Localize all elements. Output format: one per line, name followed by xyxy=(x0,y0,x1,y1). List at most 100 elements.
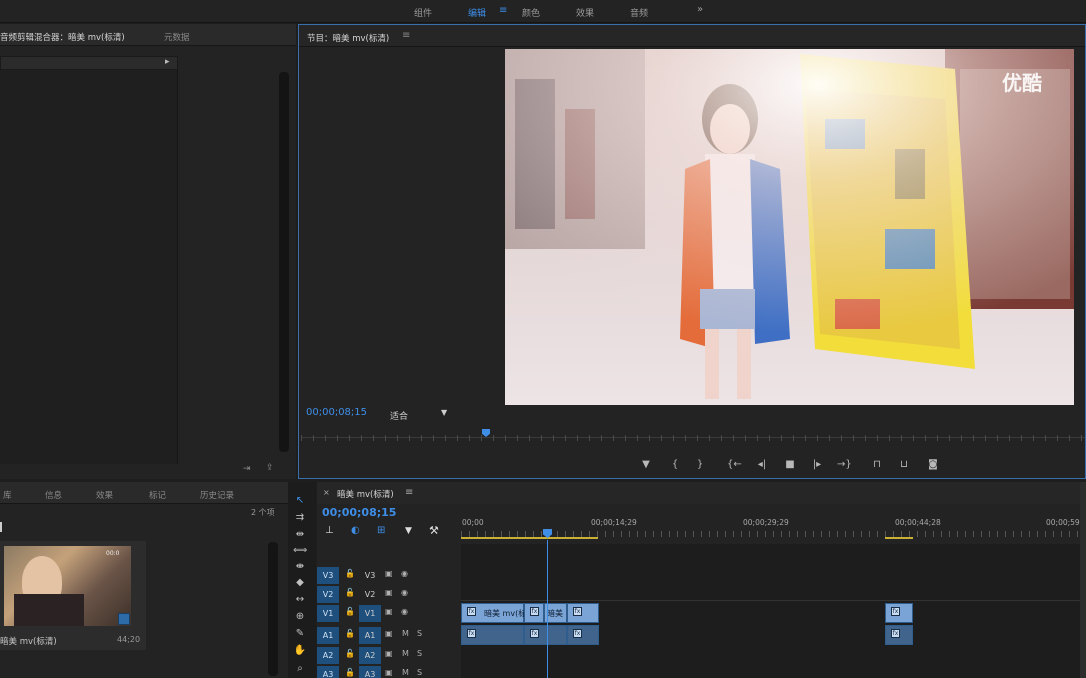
video-frame[interactable]: 优酷 xyxy=(505,49,1074,405)
zoom-tool-icon[interactable]: ⌕ xyxy=(293,662,307,676)
source-patch-a1[interactable]: A1 xyxy=(317,627,339,644)
mixer-scrollbar[interactable] xyxy=(279,72,289,452)
workspace-tab-assembly[interactable]: 组件 xyxy=(414,6,432,19)
eye-icon[interactable]: ◉ xyxy=(401,607,408,616)
step-forward-icon[interactable]: |▸ xyxy=(810,459,824,471)
video-clip[interactable]: fx xyxy=(885,603,913,623)
sync-lock-icon[interactable]: ▣ xyxy=(385,569,393,578)
workspace-menu-icon[interactable]: ≡ xyxy=(499,5,507,16)
expand-arrow-icon[interactable]: ▸ xyxy=(165,57,170,67)
source-patch-a3[interactable]: A3 xyxy=(317,666,339,678)
extract-icon[interactable]: ⊔ xyxy=(897,459,911,471)
mark-out-icon[interactable]: } xyxy=(693,459,707,471)
project-scrollbar[interactable] xyxy=(268,542,278,676)
video-clip[interactable]: fx xyxy=(567,603,599,623)
track-target-v3[interactable]: V3 xyxy=(359,567,381,584)
tab-metadata[interactable]: 元数据 xyxy=(164,31,190,43)
timeline-timecode[interactable]: 00;00;08;15 xyxy=(322,506,396,519)
slide-tool-icon[interactable]: ⊕ xyxy=(293,610,307,624)
go-to-out-icon[interactable]: →} xyxy=(837,459,852,471)
camera-icon[interactable]: ◙ xyxy=(926,459,940,471)
dropdown-arrow-icon[interactable]: ▼ xyxy=(441,408,447,417)
workspace-tab-color[interactable]: 颜色 xyxy=(522,6,540,19)
solo-button[interactable]: S xyxy=(417,668,422,677)
program-title[interactable]: 节目：暗美 mv(标清) xyxy=(307,32,389,44)
razor-tool-icon[interactable]: ◆ xyxy=(293,576,307,590)
rate-stretch-tool-icon[interactable]: ⇼ xyxy=(293,560,307,574)
track-target-a1[interactable]: A1 xyxy=(359,627,381,644)
audio-clip[interactable]: fx xyxy=(567,625,599,645)
wrench-icon[interactable]: ⚒ xyxy=(429,524,439,537)
lock-icon[interactable]: 🔓 xyxy=(345,649,355,658)
nest-icon[interactable]: ⊥ xyxy=(325,525,334,536)
lock-icon[interactable]: 🔓 xyxy=(345,668,355,677)
pen-tool-icon[interactable]: ✎ xyxy=(293,627,307,641)
panel-menu-icon[interactable]: ≡ xyxy=(405,487,413,498)
export-icon[interactable]: ⇪ xyxy=(266,463,274,473)
track-target-a3[interactable]: A3 xyxy=(359,666,381,678)
go-to-in-icon[interactable]: {← xyxy=(727,459,742,471)
step-back-icon[interactable]: ◂| xyxy=(755,459,769,471)
snap-icon[interactable]: ◐ xyxy=(351,525,360,536)
linked-selection-icon[interactable]: ⊞ xyxy=(377,525,385,536)
tab-info[interactable]: 信息 xyxy=(45,489,62,501)
sync-lock-icon[interactable]: ▣ xyxy=(385,629,393,638)
track-target-v2[interactable]: V2 xyxy=(359,586,381,603)
lock-icon[interactable]: 🔓 xyxy=(345,569,355,578)
project-item[interactable]: 00:0 暗美 mv(标清) 44;20 xyxy=(0,541,146,650)
sync-lock-icon[interactable]: ▣ xyxy=(385,649,393,658)
sync-lock-icon[interactable]: ▣ xyxy=(385,607,393,616)
chevron-double-right-icon[interactable]: » xyxy=(697,4,703,15)
solo-button[interactable]: S xyxy=(417,649,422,658)
video-clip[interactable]: fx 暗美 mv(标 xyxy=(461,603,526,623)
source-patch-v2[interactable]: V2 xyxy=(317,586,339,603)
tab-history[interactable]: 历史记录 xyxy=(200,489,234,501)
audio-clip[interactable]: fx xyxy=(524,625,567,645)
mute-button[interactable]: M xyxy=(402,629,409,638)
program-timecode[interactable]: 00;00;08;15 xyxy=(306,407,367,418)
sync-lock-icon[interactable]: ▣ xyxy=(385,588,393,597)
sequence-tab-title[interactable]: 暗美 mv(标清) xyxy=(337,488,394,500)
slip-tool-icon[interactable]: ↔ xyxy=(293,593,307,607)
workspace-tab-editing[interactable]: 编辑 xyxy=(468,6,486,19)
lift-icon[interactable]: ⊓ xyxy=(870,459,884,471)
audio-clip[interactable]: fx xyxy=(461,625,524,645)
workspace-tab-effects[interactable]: 效果 xyxy=(576,6,594,19)
panel-menu-icon[interactable]: ≡ xyxy=(402,30,410,41)
ripple-edit-tool-icon[interactable]: ⇹ xyxy=(293,528,307,542)
stop-icon[interactable]: ■ xyxy=(783,459,797,471)
tab-audio-clip-mixer[interactable]: 音频剪辑混合器：暗美 mv(标清) xyxy=(0,31,125,43)
workspace-tab-audio[interactable]: 音频 xyxy=(630,6,648,19)
tab-markers[interactable]: 标记 xyxy=(149,489,166,501)
eye-icon[interactable]: ◉ xyxy=(401,588,408,597)
timeline-scrollbar[interactable] xyxy=(1080,482,1086,678)
source-patch-v3[interactable]: V3 xyxy=(317,567,339,584)
selection-tool-icon[interactable]: ↖ xyxy=(293,494,307,508)
lock-icon[interactable]: 🔓 xyxy=(345,588,355,597)
tab-libraries[interactable]: 库 xyxy=(3,489,12,501)
add-marker-icon[interactable]: ▼ xyxy=(405,526,412,536)
add-marker-icon[interactable]: ▼ xyxy=(639,459,653,471)
track-target-a2[interactable]: A2 xyxy=(359,647,381,664)
playhead-line[interactable] xyxy=(547,540,548,678)
mute-button[interactable]: M xyxy=(402,668,409,677)
rolling-edit-tool-icon[interactable]: ⟺ xyxy=(293,544,307,558)
insert-icon[interactable]: ⇥ xyxy=(243,464,251,474)
solo-button[interactable]: S xyxy=(417,629,422,638)
lock-icon[interactable]: 🔓 xyxy=(345,607,355,616)
mute-button[interactable]: M xyxy=(402,649,409,658)
lock-icon[interactable]: 🔓 xyxy=(345,629,355,638)
eye-icon[interactable]: ◉ xyxy=(401,569,408,578)
source-patch-v1[interactable]: V1 xyxy=(317,605,339,622)
program-scrubber[interactable] xyxy=(301,429,1085,443)
source-patch-a2[interactable]: A2 xyxy=(317,647,339,664)
fit-select[interactable]: 适合 xyxy=(390,409,408,422)
hand-tool-icon[interactable]: ✋ xyxy=(293,644,307,658)
time-ruler[interactable]: 00;00 00;00;14;29 00;00;29;29 00;00;44;2… xyxy=(461,512,1086,540)
video-clip[interactable]: fx xyxy=(524,603,544,623)
track-select-tool-icon[interactable]: ⇉ xyxy=(293,511,307,525)
track-target-v1[interactable]: V1 xyxy=(359,605,381,622)
audio-clip[interactable]: fx xyxy=(885,625,913,645)
mark-in-icon[interactable]: { xyxy=(668,459,682,471)
tab-effects[interactable]: 效果 xyxy=(96,489,113,501)
